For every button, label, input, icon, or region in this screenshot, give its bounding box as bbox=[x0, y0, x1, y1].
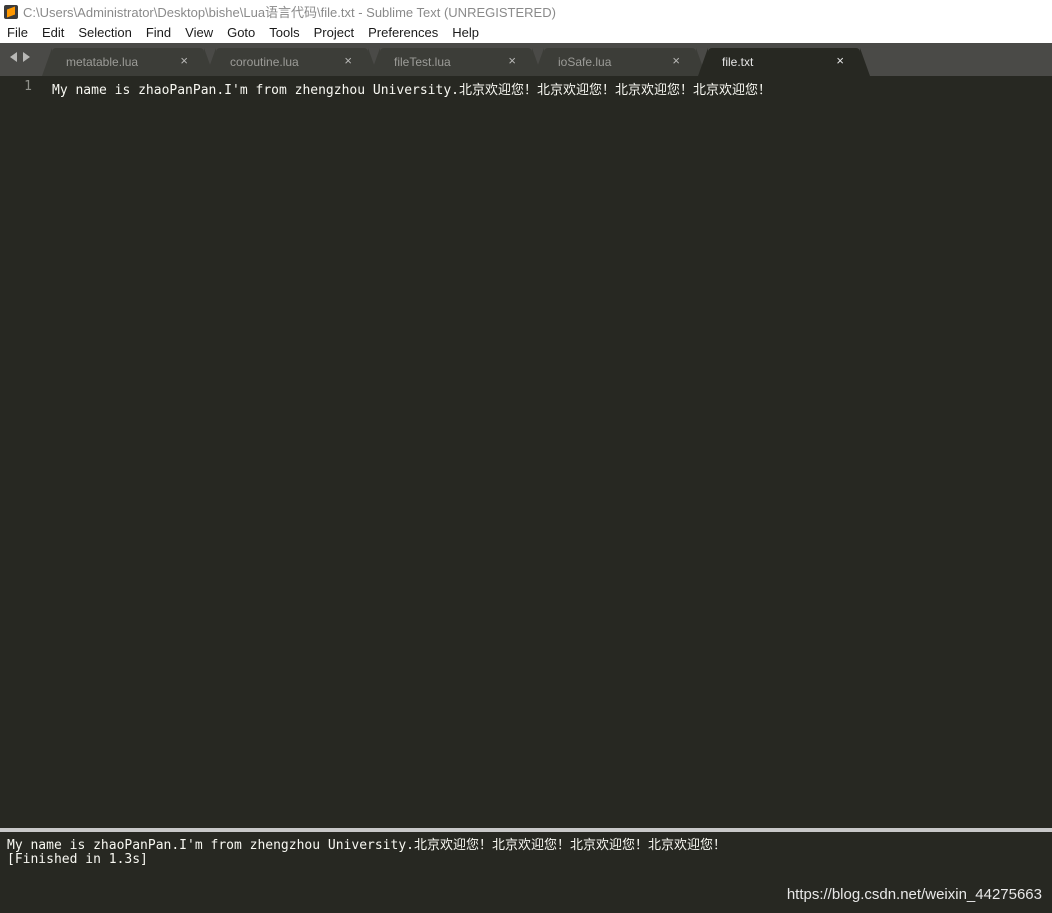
tab-label: coroutine.lua bbox=[230, 55, 299, 69]
menu-find[interactable]: Find bbox=[139, 23, 178, 43]
menu-file[interactable]: File bbox=[0, 23, 35, 43]
tab-bar: metatable.lua × coroutine.lua × fileTest… bbox=[0, 43, 1052, 76]
menu-help[interactable]: Help bbox=[445, 23, 486, 43]
tab-next-arrow-icon[interactable] bbox=[23, 52, 30, 62]
line-number: 1 bbox=[24, 79, 32, 94]
tab-label: file.txt bbox=[722, 55, 754, 69]
menu-preferences[interactable]: Preferences bbox=[361, 23, 445, 43]
editor-area[interactable]: 1 My name is zhaoPanPan.I'm from zhengzh… bbox=[0, 76, 1052, 828]
tab-iosafe-lua[interactable]: ioSafe.lua × bbox=[534, 48, 706, 76]
close-icon[interactable]: × bbox=[836, 54, 844, 68]
tab-coroutine-lua[interactable]: coroutine.lua × bbox=[206, 48, 378, 76]
tab-filetest-lua[interactable]: fileTest.lua × bbox=[370, 48, 542, 76]
close-icon[interactable]: × bbox=[672, 54, 680, 68]
tab-prev-arrow-icon[interactable] bbox=[10, 52, 17, 62]
tab-metatable-lua[interactable]: metatable.lua × bbox=[42, 48, 214, 76]
tab-nav bbox=[10, 52, 30, 62]
code-line[interactable]: My name is zhaoPanPan.I'm from zhengzhou… bbox=[52, 79, 771, 98]
menu-edit[interactable]: Edit bbox=[35, 23, 71, 43]
menu-bar: File Edit Selection Find View Goto Tools… bbox=[0, 23, 1052, 43]
sublime-text-icon bbox=[4, 4, 18, 19]
title-bar: C:\Users\Administrator\Desktop\bishe\Lua… bbox=[0, 0, 1052, 23]
output-line: My name is zhaoPanPan.I'm from zhengzhou… bbox=[7, 838, 726, 853]
menu-selection[interactable]: Selection bbox=[71, 23, 138, 43]
tab-label: ioSafe.lua bbox=[558, 55, 612, 69]
menu-project[interactable]: Project bbox=[307, 23, 361, 43]
tab-label: fileTest.lua bbox=[394, 55, 451, 69]
tab-label: metatable.lua bbox=[66, 55, 139, 69]
window-title: C:\Users\Administrator\Desktop\bishe\Lua… bbox=[23, 5, 556, 20]
output-finished-line: [Finished in 1.3s] bbox=[7, 852, 148, 867]
tab-file-txt[interactable]: file.txt × bbox=[698, 48, 870, 76]
menu-goto[interactable]: Goto bbox=[220, 23, 262, 43]
build-output-panel[interactable]: My name is zhaoPanPan.I'm from zhengzhou… bbox=[0, 832, 1052, 913]
close-icon[interactable]: × bbox=[180, 54, 188, 68]
close-icon[interactable]: × bbox=[344, 54, 352, 68]
menu-tools[interactable]: Tools bbox=[262, 23, 306, 43]
watermark: https://blog.csdn.net/weixin_44275663 bbox=[786, 886, 1042, 903]
close-icon[interactable]: × bbox=[508, 54, 516, 68]
menu-view[interactable]: View bbox=[178, 23, 220, 43]
